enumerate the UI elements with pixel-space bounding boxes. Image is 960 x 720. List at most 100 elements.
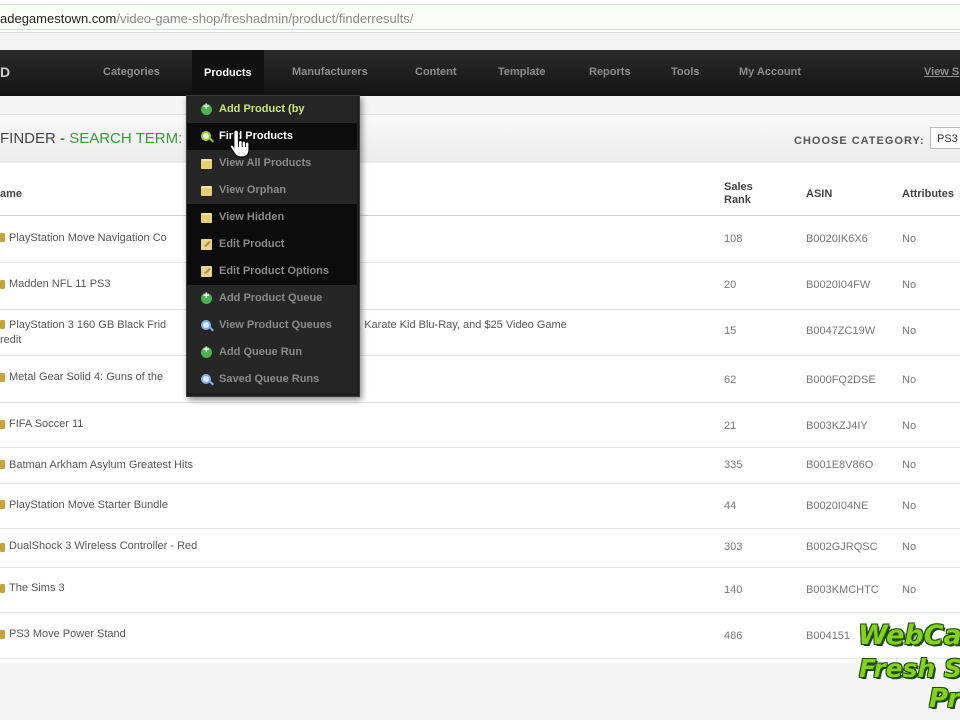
menu-item-add-product[interactable]: Add Product (by	[187, 96, 357, 124]
asin: B0047ZC19W	[806, 325, 876, 337]
plus-icon	[201, 101, 212, 115]
attributes: No	[902, 459, 917, 471]
nav-item-tools[interactable]: Tools	[671, 66, 700, 78]
url-domain: adegamestown.com	[0, 11, 117, 26]
table-row[interactable]: Madden NFL 11 PS3 20 B0020I04FW No	[0, 263, 960, 310]
page-title: FINDER - SEARCH TERM: P	[0, 130, 196, 147]
sales-rank: 62	[724, 374, 737, 386]
column-header-sales-rank[interactable]: Sales Rank	[724, 181, 753, 207]
asin: B001E8V86O	[806, 459, 874, 471]
attributes: No	[902, 584, 917, 596]
category-select[interactable]: PS3	[930, 127, 960, 149]
search-icon	[201, 320, 211, 330]
product-thumbnail-icon	[0, 500, 5, 509]
menu-item-label: Add Product (by	[219, 103, 305, 115]
page-title-main: FINDER	[0, 130, 56, 147]
menu-item-label: View Product Queues	[219, 319, 332, 331]
page-heading-bar: FINDER - SEARCH TERM: P CHOOSE CATEGORY:…	[0, 114, 960, 164]
table-row[interactable]: Metal Gear Solid 4: Guns of the 62 B000F…	[0, 356, 960, 403]
menu-item-label: View Orphan	[219, 184, 287, 196]
product-thumbnail-icon	[0, 584, 5, 593]
sales-rank: 20	[724, 279, 737, 291]
products-dropdown-menu: Add Product (by Find Products View All P…	[186, 95, 360, 397]
menu-item-edit-product[interactable]: Edit Product	[187, 231, 357, 259]
product-name[interactable]: Batman Arkham Asylum Greatest Hits	[9, 458, 699, 473]
nav-item-template[interactable]: Template	[498, 66, 545, 78]
folder-icon	[201, 186, 212, 196]
product-thumbnail-icon	[0, 280, 5, 289]
plus-icon	[201, 344, 212, 358]
table-row[interactable]: PlayStation Move Navigation Co 108 B0020…	[0, 216, 960, 263]
product-name[interactable]: DualShock 3 Wireless Controller - Red	[9, 539, 699, 554]
nav-item-reports[interactable]: Reports	[589, 66, 631, 78]
search-term-label: SEARCH TERM: P	[69, 130, 197, 147]
menu-item-add-queue-run[interactable]: Add Queue Run	[187, 339, 357, 367]
watermark-line-2: Fresh St	[859, 654, 960, 683]
sales-rank: 335	[724, 459, 743, 471]
asin: B003KMCHTC	[806, 584, 879, 596]
menu-item-label: Saved Queue Runs	[219, 373, 320, 385]
browser-address-bar: adegamestown.com/video-game-shop/freshad…	[0, 0, 960, 33]
hand-cursor-icon	[229, 129, 250, 158]
menu-item-label: Edit Product Options	[219, 265, 329, 277]
table-row[interactable]: PlayStation 3 160 GB Black Frid el Junk …	[0, 310, 960, 356]
attributes: No	[902, 279, 917, 291]
sales-rank: 140	[724, 584, 743, 596]
choose-category-label: CHOOSE CATEGORY:	[794, 135, 925, 147]
table-row[interactable]: PS3 Move Power Stand 486 B004151 No	[0, 613, 960, 659]
product-thumbnail-icon	[0, 460, 5, 469]
product-thumbnail-icon	[0, 420, 5, 429]
edit-icon	[201, 239, 212, 250]
folder-icon	[201, 159, 212, 169]
menu-item-view-all-products[interactable]: View All Products	[187, 150, 357, 178]
nav-item-manufacturers[interactable]: Manufacturers	[292, 66, 368, 78]
watermark-line-3: Pr	[929, 684, 960, 714]
product-name[interactable]: FIFA Soccer 11	[9, 417, 699, 432]
attributes: No	[902, 541, 917, 553]
brand-logo-fragment: D	[0, 64, 11, 80]
url-text: adegamestown.com/video-game-shop/freshad…	[0, 11, 413, 26]
menu-item-label: Edit Product	[219, 238, 285, 250]
attributes: No	[902, 420, 917, 432]
product-thumbnail-icon	[0, 233, 5, 242]
menu-item-view-hidden[interactable]: View Hidden	[187, 204, 357, 232]
nav-item-products[interactable]: Products	[192, 50, 264, 96]
menu-item-edit-product-options[interactable]: Edit Product Options	[187, 258, 357, 286]
webcast-watermark-logo: WebCas Fresh St Pr	[855, 618, 960, 720]
nav-item-my-account[interactable]: My Account	[739, 66, 801, 78]
sales-rank: 15	[724, 325, 737, 337]
menu-item-add-product-queue[interactable]: Add Product Queue	[187, 285, 357, 313]
menu-item-label: Add Product Queue	[219, 292, 323, 304]
column-header-asin[interactable]: ASIN	[806, 188, 832, 201]
url-path: /video-game-shop/freshadmin/product/find…	[116, 11, 414, 26]
menu-item-saved-queue-runs[interactable]: Saved Queue Runs	[187, 366, 357, 393]
asin: B000FQ2DSE	[806, 374, 876, 386]
asin: B004151	[806, 630, 851, 642]
asin: B0020I04FW	[806, 279, 871, 291]
product-name[interactable]: PlayStation Move Starter Bundle	[9, 498, 699, 513]
table-row[interactable]: The Sims 3 140 B003KMCHTC No	[0, 568, 960, 613]
table-row[interactable]: Batman Arkham Asylum Greatest Hits 335 B…	[0, 448, 960, 484]
asin: B0020I04NE	[806, 500, 869, 512]
menu-item-view-orphan[interactable]: View Orphan	[187, 177, 357, 205]
product-thumbnail-icon	[0, 630, 5, 639]
app-root: adegamestown.com/video-game-shop/freshad…	[0, 0, 960, 720]
menu-item-view-product-queues[interactable]: View Product Queues	[187, 312, 357, 340]
top-navigation: D Categories Products Manufacturers Cont…	[0, 50, 960, 96]
product-name[interactable]: PS3 Move Power Stand	[9, 627, 699, 642]
table-row[interactable]: DualShock 3 Wireless Controller - Red 30…	[0, 529, 960, 568]
folder-icon	[201, 213, 212, 223]
menu-item-label: View Hidden	[219, 211, 285, 223]
table-row[interactable]: PlayStation Move Starter Bundle 44 B0020…	[0, 484, 960, 529]
url-field[interactable]: adegamestown.com/video-game-shop/freshad…	[0, 4, 960, 30]
nav-item-content[interactable]: Content	[415, 66, 457, 78]
column-header-name[interactable]: ame	[0, 188, 22, 201]
table-row[interactable]: FIFA Soccer 11 21 B003KZJ4IY No	[0, 403, 960, 448]
menu-item-find-products[interactable]: Find Products	[187, 123, 357, 151]
view-store-link[interactable]: View S	[924, 66, 959, 78]
product-name[interactable]: The Sims 3	[9, 581, 699, 596]
plus-icon	[201, 290, 212, 304]
nav-item-categories[interactable]: Categories	[103, 66, 160, 78]
attributes: No	[902, 233, 917, 245]
column-header-attributes[interactable]: Attributes	[902, 188, 954, 201]
